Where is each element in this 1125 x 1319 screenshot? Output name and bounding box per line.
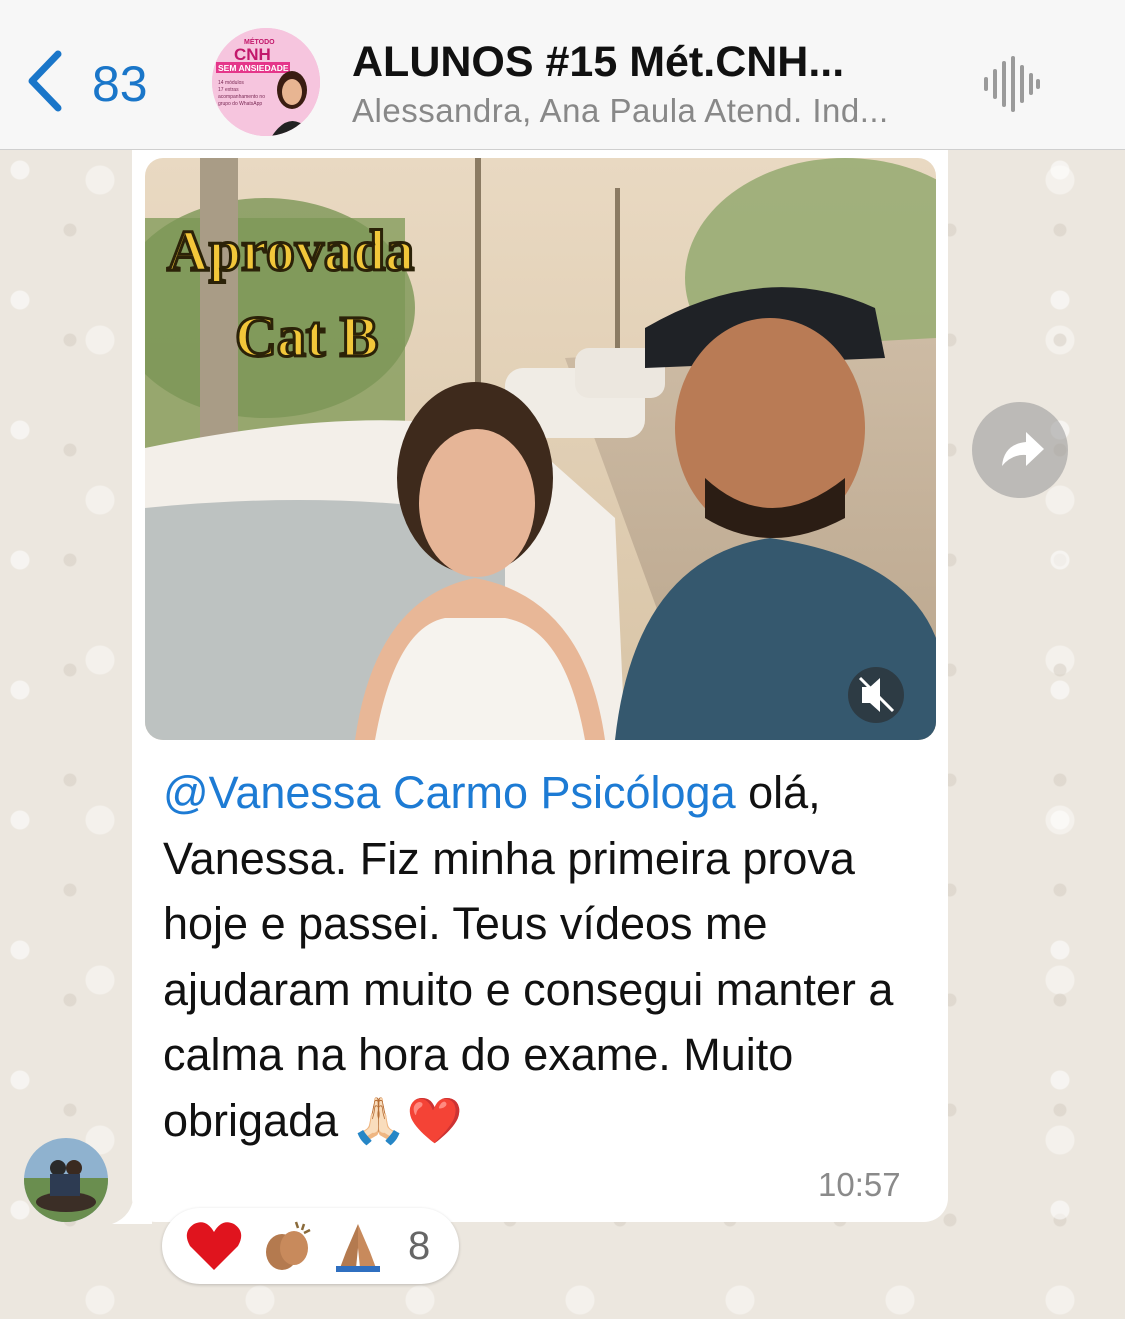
message-emojis: 🙏🏻❤️ [350,1094,463,1146]
reaction-count: 8 [408,1224,431,1268]
mute-icon[interactable] [848,667,904,723]
chat-header: 83 MÉTODO CNH SEM ANSIEDADE 14 módulos 1… [0,0,1125,150]
chat-members[interactable]: Alessandra, Ana Paula Atend. Ind... [352,92,889,130]
message-timestamp: 10:57 [818,1166,901,1203]
avatar-brand-ribbon: SEM ANSIEDADE [218,63,289,73]
heart-icon [186,1222,242,1270]
group-avatar[interactable]: MÉTODO CNH SEM ANSIEDADE 14 módulos 17 e… [212,28,320,136]
message-text: @Vanessa Carmo Psicóloga olá, Vanessa. F… [163,760,923,1153]
forward-icon [1002,432,1044,466]
avatar-line: 17 extras [218,87,239,93]
avatar-line: 14 módulos [218,80,244,86]
reactions-bar[interactable]: 8 [162,1208,459,1284]
image-overlay-title: Aprovada [167,218,414,283]
clapping-hands-icon [266,1221,311,1270]
mention-link[interactable]: @Vanessa Carmo Psicóloga [163,767,736,818]
avatar-brand-big: CNH [234,45,271,64]
chevron-left-icon [28,50,62,112]
avatar-line: grupo do WhatsApp [218,101,262,107]
forward-button[interactable] [972,402,1068,498]
audio-call-icon[interactable] [982,55,1040,113]
unread-count[interactable]: 83 [92,55,148,113]
chat-title[interactable]: ALUNOS #15 Mét.CNH... [352,38,844,87]
sender-avatar[interactable] [24,1138,108,1222]
avatar-line: acompanhamento no [218,94,265,100]
message-video[interactable]: Aprovada Cat B [145,158,936,740]
image-overlay-subtitle: Cat B [235,304,378,369]
back-button[interactable] [24,50,84,112]
praying-hands-icon [336,1224,380,1272]
bubble-tail [112,1190,152,1224]
message-body: olá, Vanessa. Fiz minha primeira prova h… [163,767,894,1146]
